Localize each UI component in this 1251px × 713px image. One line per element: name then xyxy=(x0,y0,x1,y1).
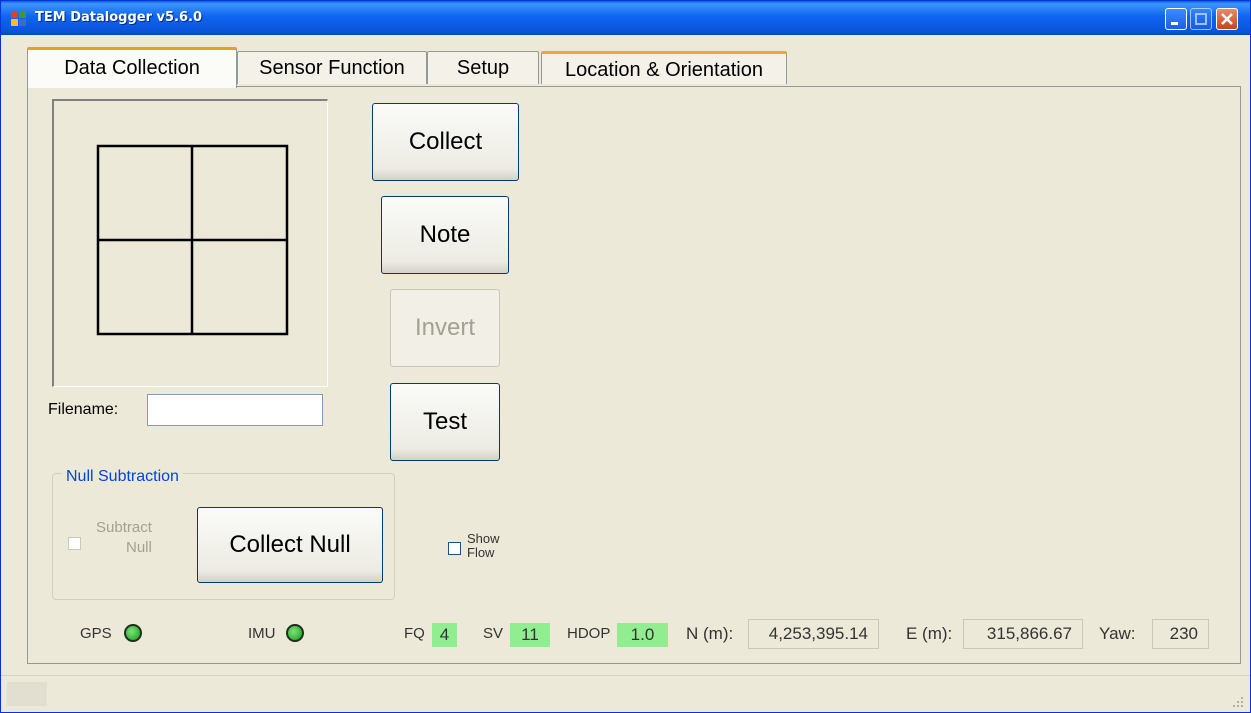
grid-drawing xyxy=(96,144,289,336)
subtract-null-label-1: Subtract xyxy=(96,519,152,536)
imu-led-indicator xyxy=(286,624,304,642)
fq-value: 4 xyxy=(432,623,457,647)
tab-setup[interactable]: Setup xyxy=(427,51,539,84)
app-window: TEM Datalogger v5.6.0 Data Collection Se… xyxy=(0,0,1251,713)
show-flow-label-1: Show xyxy=(467,531,500,546)
gps-label: GPS xyxy=(80,625,112,642)
tab-data-collection[interactable]: Data Collection xyxy=(27,47,237,88)
close-icon xyxy=(1221,13,1233,25)
data-collection-panel: Collect Note Invert Test Filename: Null … xyxy=(27,86,1241,664)
app-icon[interactable] xyxy=(11,11,27,27)
close-button[interactable] xyxy=(1216,8,1238,30)
subtract-null-checkbox[interactable] xyxy=(68,537,81,550)
note-button[interactable]: Note xyxy=(381,196,509,274)
filename-label: Filename: xyxy=(48,401,119,418)
title-bar[interactable]: TEM Datalogger v5.6.0 xyxy=(1,1,1250,35)
yaw-readout: 230 xyxy=(1152,619,1209,649)
tab-location-orientation[interactable]: Location & Orientation xyxy=(541,51,787,84)
test-button[interactable]: Test xyxy=(390,383,500,461)
tab-sensor-function[interactable]: Sensor Function xyxy=(237,51,427,84)
filename-input[interactable] xyxy=(147,394,323,426)
maximize-button[interactable] xyxy=(1190,8,1212,30)
collect-null-button[interactable]: Collect Null xyxy=(197,507,383,583)
easting-label: E (m): xyxy=(906,624,953,643)
status-bar xyxy=(1,675,1250,712)
fq-label: FQ xyxy=(404,625,425,642)
minimize-icon xyxy=(1171,22,1178,25)
northing-readout: 4,253,395.14 xyxy=(748,619,879,649)
northing-label: N (m): xyxy=(686,624,734,643)
window-title: TEM Datalogger v5.6.0 xyxy=(35,10,203,25)
sv-label: SV xyxy=(483,625,504,642)
resize-grip-icon[interactable] xyxy=(1232,696,1244,708)
imu-label: IMU xyxy=(248,625,276,642)
easting-readout: 315,866.67 xyxy=(963,619,1083,649)
maximize-icon xyxy=(1195,13,1207,25)
hdop-value: 1.0 xyxy=(617,623,668,647)
show-flow-checkbox[interactable] xyxy=(448,542,461,555)
sensor-grid-display xyxy=(52,99,328,387)
null-subtraction-title: Null Subtraction xyxy=(62,468,183,486)
subtract-null-label-2: Null xyxy=(126,539,152,556)
hdop-label: HDOP xyxy=(567,625,611,642)
collect-button[interactable]: Collect xyxy=(372,103,519,181)
status-bar-panel xyxy=(7,682,47,706)
show-flow-label-2: Flow xyxy=(467,545,495,560)
invert-button[interactable]: Invert xyxy=(390,289,500,367)
yaw-label: Yaw: xyxy=(1099,624,1136,643)
gps-led-indicator xyxy=(124,624,142,642)
sv-value: 11 xyxy=(510,623,550,647)
minimize-button[interactable] xyxy=(1165,8,1187,30)
